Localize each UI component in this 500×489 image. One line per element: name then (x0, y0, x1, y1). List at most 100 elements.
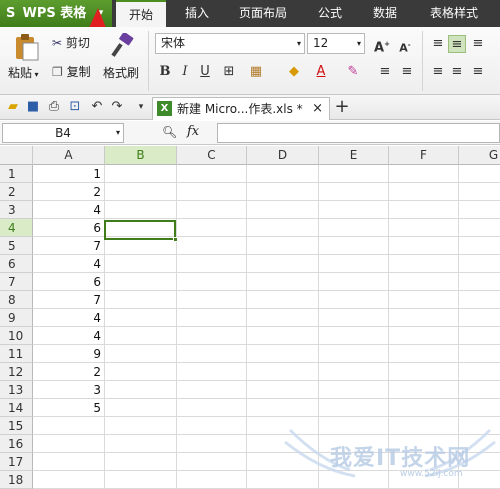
cell-c10[interactable] (177, 327, 247, 345)
row-header[interactable]: 13 (0, 381, 33, 399)
cell-f3[interactable] (389, 201, 459, 219)
column-header-a[interactable]: A (33, 146, 105, 165)
cell-c16[interactable] (177, 435, 247, 453)
cell-a8[interactable]: 7 (33, 291, 105, 309)
tab-data[interactable]: 数据 (360, 0, 410, 27)
cell-a9[interactable]: 4 (33, 309, 105, 327)
cell-e10[interactable] (319, 327, 389, 345)
cell-f11[interactable] (389, 345, 459, 363)
cell-e3[interactable] (319, 201, 389, 219)
align-bottom-icon[interactable]: ≡ (469, 35, 487, 53)
cell-b2[interactable] (105, 183, 177, 201)
cell-b1[interactable] (105, 165, 177, 183)
cell-c7[interactable] (177, 273, 247, 291)
formula-input[interactable] (217, 123, 500, 143)
cell-c5[interactable] (177, 237, 247, 255)
cell-f8[interactable] (389, 291, 459, 309)
cell-e13[interactable] (319, 381, 389, 399)
fill-handle[interactable] (173, 237, 178, 242)
cell-d5[interactable] (247, 237, 319, 255)
cell-b11[interactable] (105, 345, 177, 363)
cell-c18[interactable] (177, 471, 247, 489)
cell-d1[interactable] (247, 165, 319, 183)
cell-a4[interactable]: 6 (33, 219, 105, 237)
new-tab-button[interactable]: + (333, 98, 351, 116)
font-name-select[interactable]: 宋体 ▾ (155, 33, 305, 54)
cell-g11[interactable] (459, 345, 500, 363)
cell-d6[interactable] (247, 255, 319, 273)
cell-b14[interactable] (105, 399, 177, 417)
cell-g3[interactable] (459, 201, 500, 219)
column-header-d[interactable]: D (247, 146, 319, 165)
cell-c11[interactable] (177, 345, 247, 363)
cell-g5[interactable] (459, 237, 500, 255)
cell-c8[interactable] (177, 291, 247, 309)
cell-g4[interactable] (459, 219, 500, 237)
cell-a5[interactable]: 7 (33, 237, 105, 255)
row-header[interactable]: 16 (0, 435, 33, 453)
cell-g12[interactable] (459, 363, 500, 381)
tab-formulas[interactable]: 公式 (305, 0, 355, 27)
cell-g13[interactable] (459, 381, 500, 399)
grow-font-button[interactable]: A+ (373, 35, 391, 55)
align-center-icon[interactable]: ≡ (448, 63, 466, 81)
cell-f9[interactable] (389, 309, 459, 327)
cell-f12[interactable] (389, 363, 459, 381)
cell-b10[interactable] (105, 327, 177, 345)
align-left-icon[interactable]: ≡ (429, 63, 447, 81)
row-header[interactable]: 4 (0, 219, 33, 237)
cut-button[interactable]: ✂ 剪切 (52, 35, 90, 51)
cell-d13[interactable] (247, 381, 319, 399)
indent-decrease-icon[interactable]: ≡ (398, 63, 416, 81)
cell-b16[interactable] (105, 435, 177, 453)
zoom-search-icon[interactable]: 🔍︎ (162, 125, 177, 139)
cell-e8[interactable] (319, 291, 389, 309)
cell-d10[interactable] (247, 327, 319, 345)
print-icon[interactable]: ⎙ (45, 98, 63, 116)
cell-d8[interactable] (247, 291, 319, 309)
cell-e9[interactable] (319, 309, 389, 327)
cell-f5[interactable] (389, 237, 459, 255)
selected-cell-b4[interactable] (104, 220, 178, 242)
tab-insert[interactable]: 插入 (172, 0, 222, 27)
cell-b15[interactable] (105, 417, 177, 435)
cell-c3[interactable] (177, 201, 247, 219)
cell-f7[interactable] (389, 273, 459, 291)
copy-button[interactable]: ❐ 复制 (52, 64, 91, 80)
clear-format-icon[interactable]: ✎ (344, 63, 362, 81)
cell-e2[interactable] (319, 183, 389, 201)
document-tab[interactable]: X 新建 Micro...作表.xls * × (152, 97, 330, 120)
cell-c9[interactable] (177, 309, 247, 327)
cell-a17[interactable] (33, 453, 105, 471)
cell-c17[interactable] (177, 453, 247, 471)
indent-increase-icon[interactable]: ≡ (376, 63, 394, 81)
row-header[interactable]: 17 (0, 453, 33, 471)
row-header[interactable]: 1 (0, 165, 33, 183)
cell-e7[interactable] (319, 273, 389, 291)
tab-home[interactable]: 开始 (116, 0, 166, 27)
shrink-font-button[interactable]: A- (396, 36, 414, 55)
cell-a12[interactable]: 2 (33, 363, 105, 381)
align-top-icon[interactable]: ≡ (429, 35, 447, 53)
cell-f13[interactable] (389, 381, 459, 399)
cell-d3[interactable] (247, 201, 319, 219)
cell-d11[interactable] (247, 345, 319, 363)
cell-a18[interactable] (33, 471, 105, 489)
underline-button[interactable]: U (196, 63, 214, 81)
cell-b18[interactable] (105, 471, 177, 489)
cell-e4[interactable] (319, 219, 389, 237)
cell-c15[interactable] (177, 417, 247, 435)
tab-table-style[interactable]: 表格样式 (418, 0, 490, 27)
cell-a3[interactable]: 4 (33, 201, 105, 219)
cell-b8[interactable] (105, 291, 177, 309)
cell-d12[interactable] (247, 363, 319, 381)
cell-b13[interactable] (105, 381, 177, 399)
row-header[interactable]: 11 (0, 345, 33, 363)
cell-g9[interactable] (459, 309, 500, 327)
cell-d9[interactable] (247, 309, 319, 327)
open-folder-icon[interactable]: ▰ (4, 98, 22, 116)
print-preview-icon[interactable]: ⊡ (66, 98, 84, 116)
row-header[interactable]: 15 (0, 417, 33, 435)
cell-e6[interactable] (319, 255, 389, 273)
cell-b9[interactable] (105, 309, 177, 327)
